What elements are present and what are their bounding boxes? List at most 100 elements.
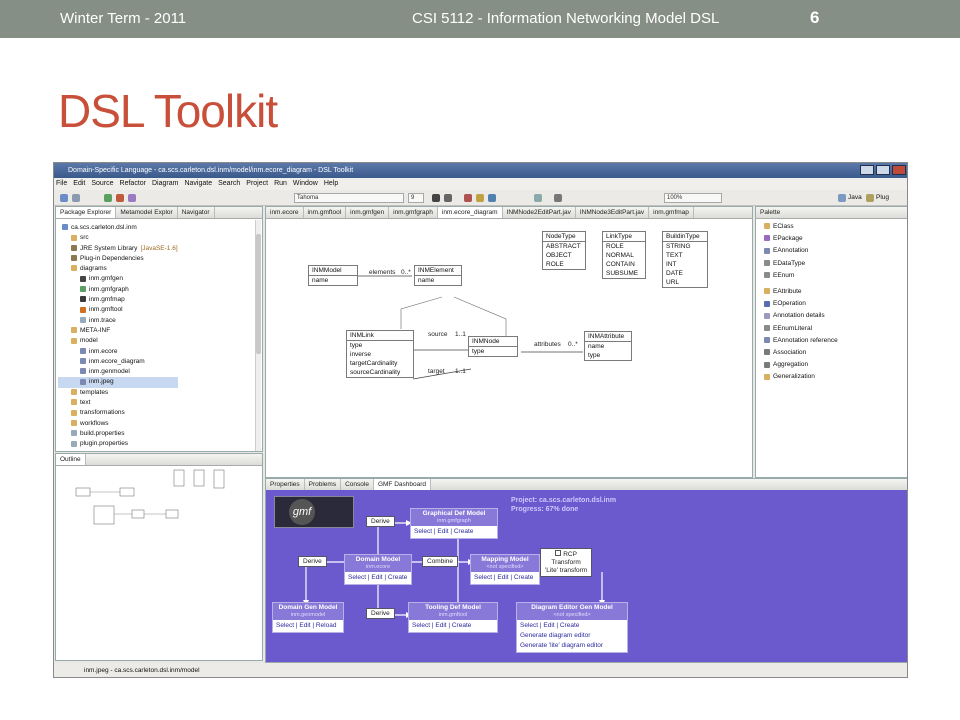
class-inm-node[interactable]: INMNode type: [468, 336, 518, 357]
new-icon[interactable]: [60, 194, 68, 202]
palette-item[interactable]: Generalization: [764, 371, 838, 383]
palette-item[interactable]: EOperation: [764, 298, 838, 310]
palette-item[interactable]: EAnnotation: [764, 245, 838, 257]
minimize-icon[interactable]: [860, 165, 874, 175]
tree-item[interactable]: Plug-in Dependencies: [58, 254, 178, 264]
class-inm-link[interactable]: INMLink type inverse targetCardinality sourc…: [346, 330, 414, 378]
derive-gen-label[interactable]: Derive: [298, 556, 327, 567]
tree-scrollbar[interactable]: [255, 220, 261, 451]
align-icon[interactable]: [534, 194, 542, 202]
tree-item[interactable]: inm.jpeg: [58, 377, 178, 388]
tab-navigator[interactable]: Navigator: [178, 207, 215, 218]
tree-item[interactable]: inm.gmfmap: [58, 295, 178, 305]
java-perspective-icon[interactable]: [838, 194, 846, 202]
zoom-select[interactable]: 100%: [664, 193, 722, 203]
tree-item[interactable]: ca.scs.carleton.dsl.inm: [58, 223, 178, 233]
model-actions[interactable]: Select | Edit | Create: [471, 572, 539, 584]
menu-item-refactor[interactable]: Refactor: [120, 180, 146, 187]
palette-item[interactable]: EDataType: [764, 258, 838, 270]
tab-package-explorer[interactable]: Package Explorer: [56, 207, 117, 218]
editor-tab[interactable]: INMNode2EditPart.jav: [503, 207, 576, 218]
tree-item[interactable]: inm.gmftool: [58, 305, 178, 315]
tab-metamodel-explor[interactable]: Metamodel Explor: [116, 207, 178, 218]
editor-tab[interactable]: inm.gmfmap: [649, 207, 694, 218]
java-perspective-label[interactable]: Java: [848, 194, 862, 201]
class-inm-element[interactable]: INMElement name: [414, 265, 462, 286]
menu-item-navigate[interactable]: Navigate: [184, 180, 212, 187]
menu-item-help[interactable]: Help: [324, 180, 338, 187]
menu-item-project[interactable]: Project: [246, 180, 268, 187]
tree-item[interactable]: text: [58, 398, 178, 408]
editor-tab[interactable]: inm.gmfgen: [346, 207, 390, 218]
palette-item[interactable]: EEnumLiteral: [764, 323, 838, 335]
menu-item-search[interactable]: Search: [218, 180, 240, 187]
tree-item[interactable]: diagrams: [58, 264, 178, 274]
arrange-icon[interactable]: [554, 194, 562, 202]
close-icon[interactable]: [892, 165, 906, 175]
palette-item[interactable]: EClass: [764, 221, 838, 233]
plug-perspective-icon[interactable]: [866, 194, 874, 202]
editor-tab[interactable]: inm.ecore: [266, 207, 304, 218]
menu-item-edit[interactable]: Edit: [73, 180, 85, 187]
palette-item[interactable]: EEnum: [764, 270, 838, 282]
line-color-icon[interactable]: [488, 194, 496, 202]
editor-tab[interactable]: inm.ecore_diagram: [437, 207, 503, 218]
tab-outline[interactable]: Outline: [56, 454, 86, 465]
tree-item[interactable]: inm.genmodel: [58, 367, 178, 377]
class-node-type[interactable]: NodeType ABSTRACT OBJECT ROLE: [542, 231, 586, 270]
tree-item[interactable]: inm.ecore_diagram: [58, 357, 178, 367]
font-size-select[interactable]: 9: [408, 193, 424, 203]
generate-lite-editor-link[interactable]: Generate 'lite' diagram editor: [517, 642, 627, 652]
rcp-checkbox-icon[interactable]: [555, 550, 562, 556]
combine-label[interactable]: Combine: [422, 556, 459, 567]
model-actions[interactable]: Select | Edit | Create: [409, 620, 497, 632]
tree-item[interactable]: workflows: [58, 419, 178, 429]
palette-item[interactable]: EAnnotation reference: [764, 335, 838, 347]
tree-item[interactable]: build.properties: [58, 429, 178, 439]
font-color-icon[interactable]: [464, 194, 472, 202]
menu-item-file[interactable]: File: [56, 180, 67, 187]
tree-item[interactable]: src: [58, 233, 178, 243]
tree-item[interactable]: model: [58, 336, 178, 346]
menu-item-diagram[interactable]: Diagram: [152, 180, 178, 187]
palette-item[interactable]: EAttribute: [764, 286, 838, 298]
tree-item[interactable]: META-INF: [58, 326, 178, 336]
derive-graphical-label[interactable]: Derive: [366, 516, 395, 527]
lite-transform-link[interactable]: 'Lite' transform: [545, 567, 587, 575]
editor-tab[interactable]: inm.gmfgraph: [389, 207, 438, 218]
class-inm-attribute[interactable]: INMAttribute name type: [584, 331, 632, 361]
debug-icon[interactable]: [116, 194, 124, 202]
class-link-type[interactable]: LinkType ROLE NORMAL CONTAIN SUBSUME: [602, 231, 646, 279]
derive-tooling-label[interactable]: Derive: [366, 608, 395, 619]
search-icon[interactable]: [128, 194, 136, 202]
tree-item[interactable]: inm.gmfgraph: [58, 285, 178, 295]
tree-item[interactable]: inm.ecore: [58, 347, 178, 357]
model-actions[interactable]: Select | Edit | Create: [517, 620, 627, 632]
plug-perspective-label[interactable]: Plug: [876, 194, 889, 201]
editor-tab[interactable]: inm.gmftool: [304, 207, 347, 218]
palette-item[interactable]: Aggregation: [764, 359, 838, 371]
save-icon[interactable]: [72, 194, 80, 202]
palette-item[interactable]: EPackage: [764, 233, 838, 245]
transform-link[interactable]: Transform: [545, 559, 587, 567]
bold-icon[interactable]: [432, 194, 440, 202]
class-buildin-type[interactable]: BuildinType STRING TEXT INT DATE URL: [662, 231, 708, 288]
model-actions[interactable]: Select | Edit | Create: [411, 526, 497, 538]
tree-item[interactable]: plugin.properties: [58, 439, 178, 449]
menu-item-run[interactable]: Run: [274, 180, 287, 187]
font-select[interactable]: Tahoma: [294, 193, 404, 203]
generate-editor-link[interactable]: Generate diagram editor: [517, 632, 627, 642]
menu-item-window[interactable]: Window: [293, 180, 318, 187]
tree-item[interactable]: inm.gmfgen: [58, 274, 178, 284]
model-actions[interactable]: Select | Edit | Create: [345, 572, 411, 584]
tree-item[interactable]: templates: [58, 388, 178, 398]
rcp-checkbox[interactable]: RCP: [545, 550, 587, 559]
menu-item-source[interactable]: Source: [91, 180, 113, 187]
class-inm-model[interactable]: INMModel name: [308, 265, 358, 286]
model-actions[interactable]: Select | Edit | Reload: [273, 620, 343, 632]
palette-item[interactable]: Association: [764, 347, 838, 359]
tree-item[interactable]: transformations: [58, 408, 178, 418]
editor-tab[interactable]: INMNode3EditPart.jav: [576, 207, 650, 218]
tree-item[interactable]: JRE System Library [JavaSE-1.6]: [58, 244, 178, 254]
fill-color-icon[interactable]: [476, 194, 484, 202]
